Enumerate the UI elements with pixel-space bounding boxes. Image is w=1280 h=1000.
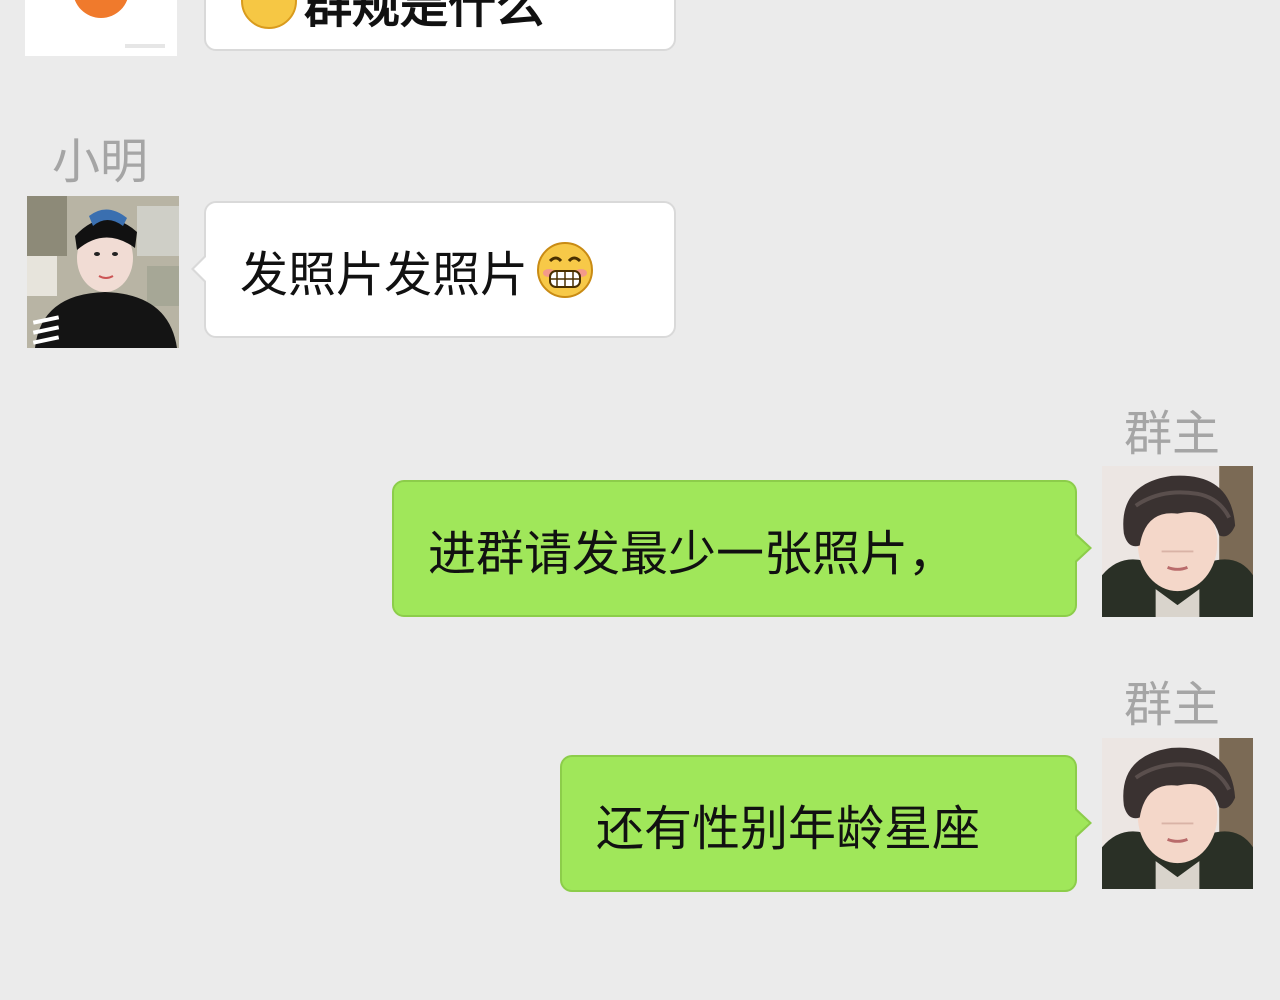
message-text: 还有性别年龄星座: [596, 800, 981, 857]
message-bubble-outgoing[interactable]: 还有性别年龄星座: [560, 755, 1092, 892]
sender-name-group-owner: 群主: [1124, 406, 1221, 462]
message-bubble-outgoing[interactable]: 进群请发最少一张照片，: [392, 480, 1092, 617]
message-bubble-incoming[interactable]: 发照片发照片: [191, 201, 676, 338]
smiley-face-icon: [240, 0, 298, 30]
grinning-face-icon: [536, 241, 594, 299]
avatar-first-sender[interactable]: [25, 0, 177, 56]
message-text: 进群请发最少一张照片，: [428, 525, 957, 582]
sender-name-xiaoming: 小明: [52, 134, 149, 190]
avatar-group-owner-image: [1102, 738, 1253, 889]
avatar-group-owner[interactable]: [1102, 466, 1253, 617]
avatar-group-owner-image: [1102, 466, 1253, 617]
sender-name-group-owner: 群主: [1124, 677, 1221, 733]
avatar-xiaoming[interactable]: [27, 196, 179, 348]
avatar-xiaoming-image: [27, 196, 179, 348]
message-text: 发照片发照片: [240, 246, 529, 303]
avatar-group-owner[interactable]: [1102, 738, 1253, 889]
chat-area[interactable]: 群规是什么 小明 发照片发照片 群主 进群请发最少一张照片， 群主 还有性别年龄…: [0, 0, 1280, 1000]
message-bubble-incoming[interactable]: 群规是什么: [204, 0, 676, 51]
avatar-first-sender-image: [25, 0, 177, 56]
message-text: 群规是什么: [304, 0, 545, 34]
